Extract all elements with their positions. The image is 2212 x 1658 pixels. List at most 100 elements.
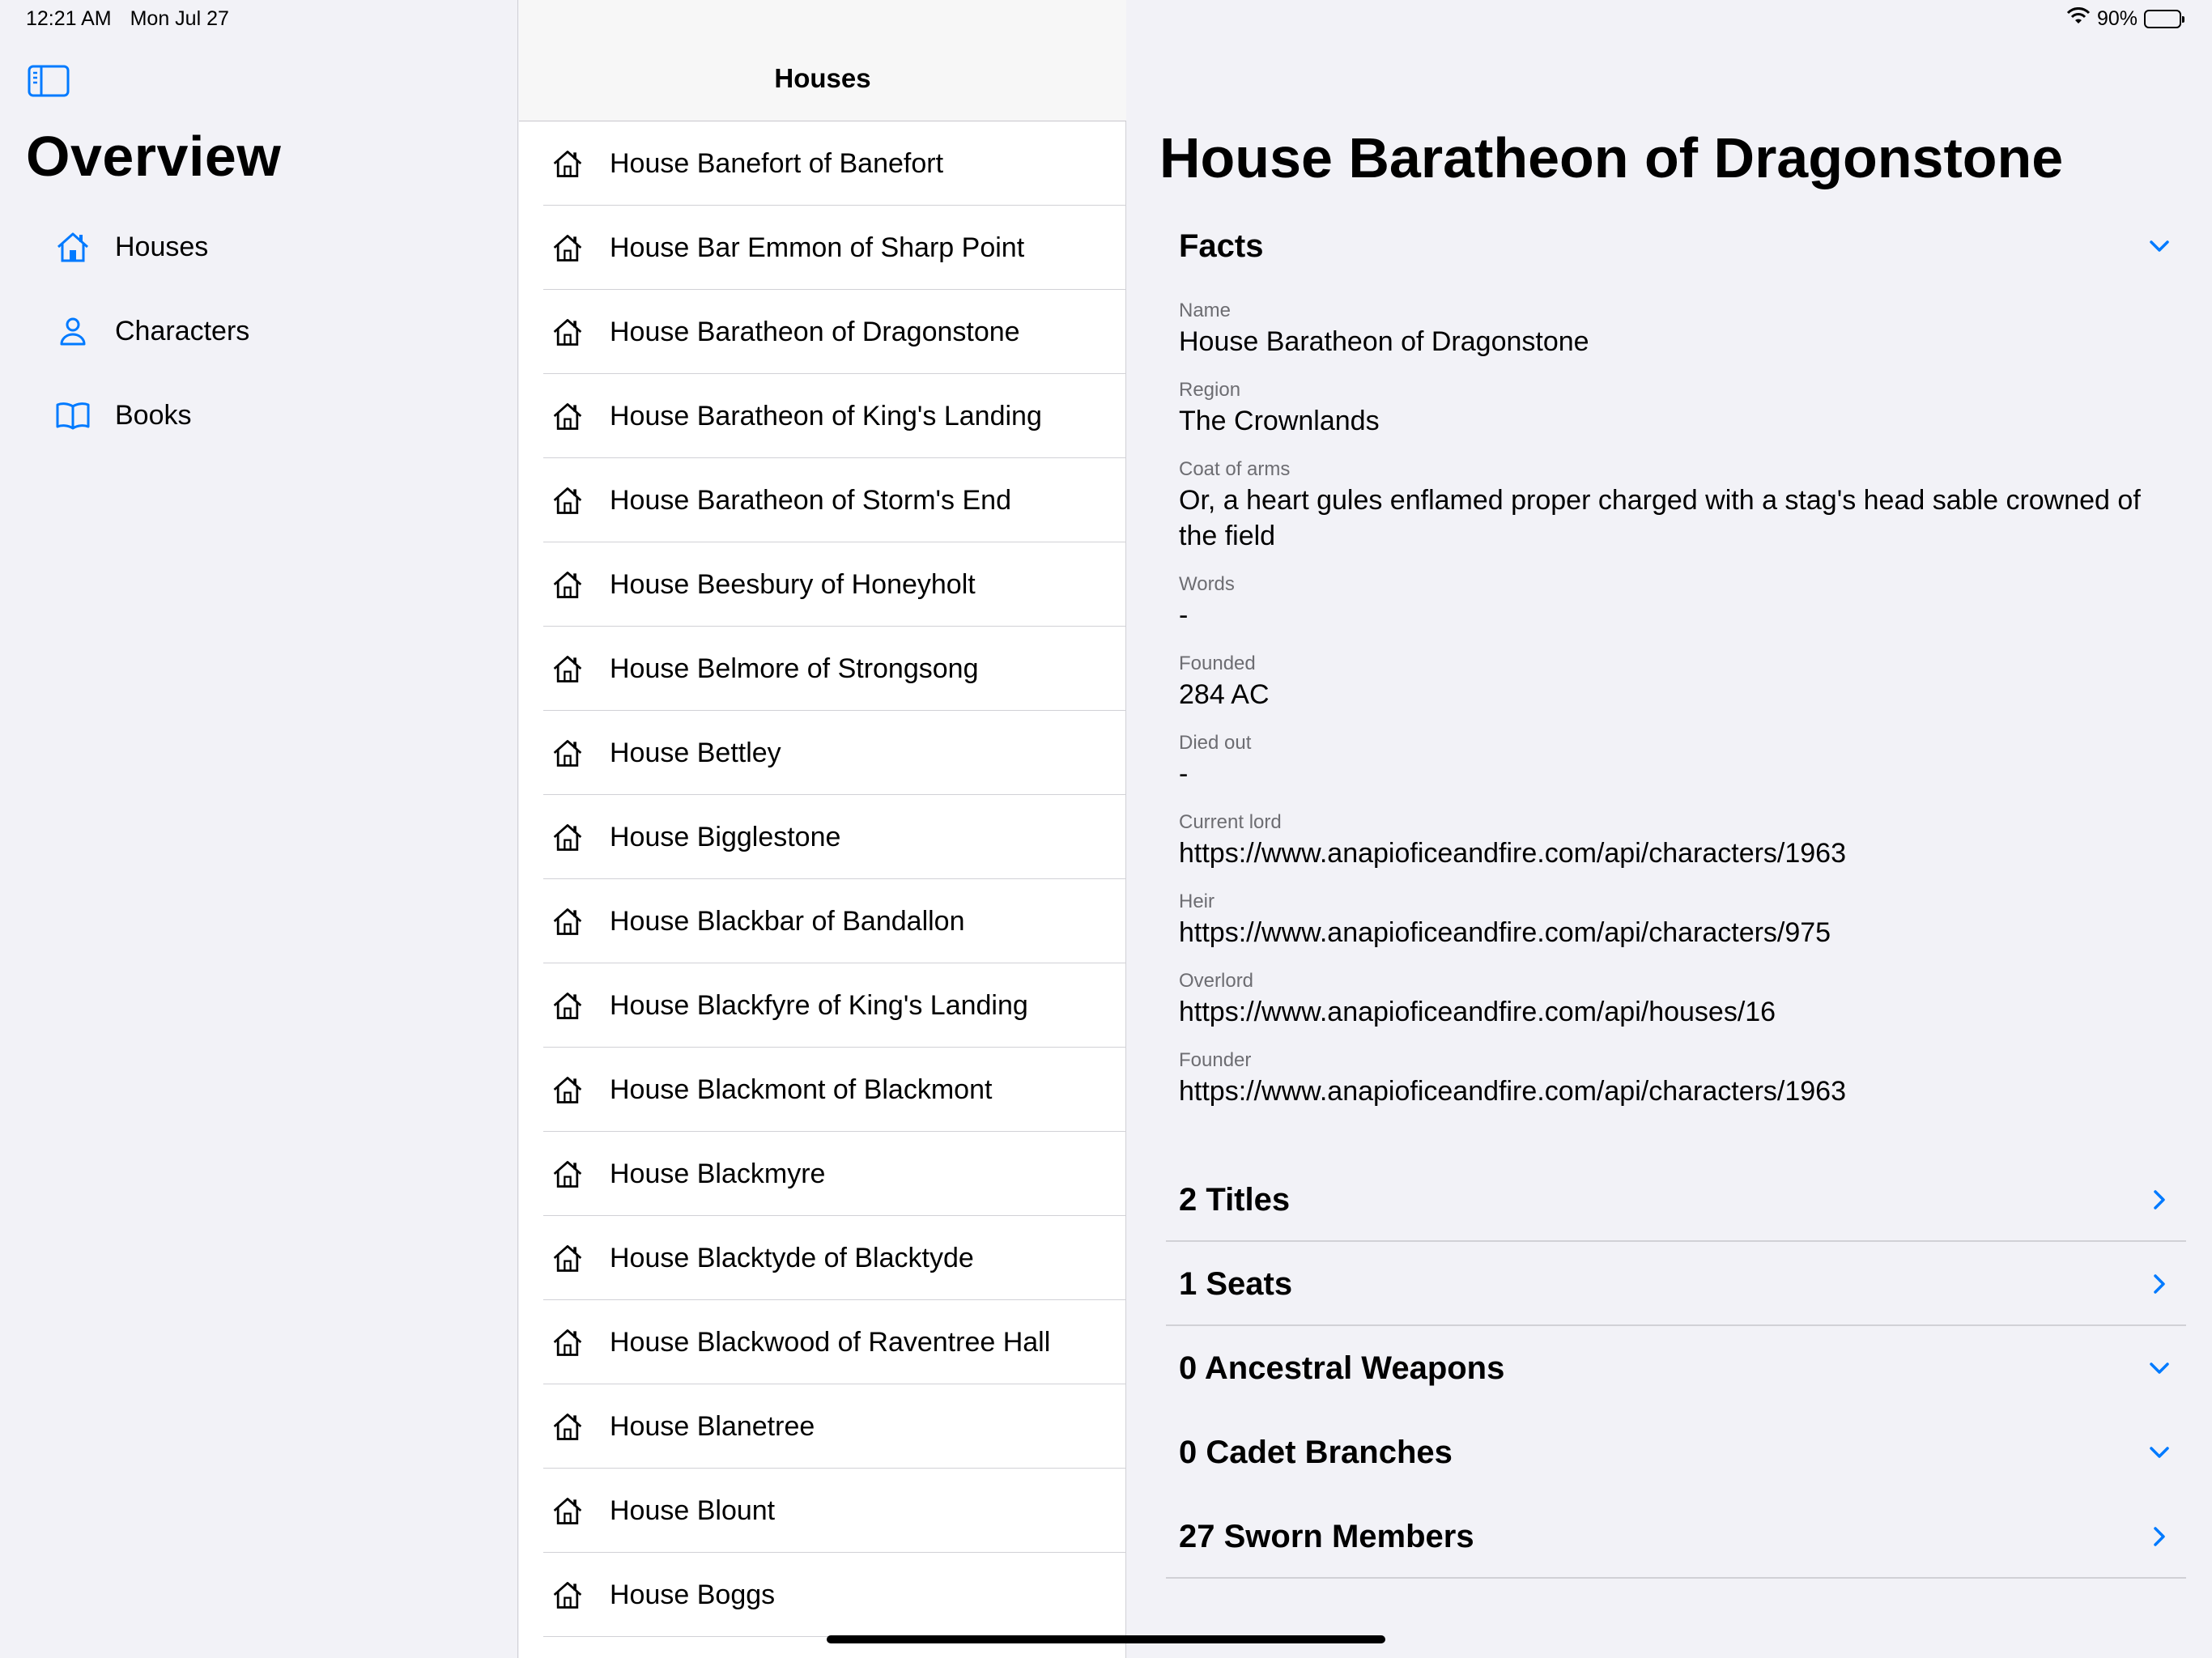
sidebar-item-houses[interactable]: Houses (55, 219, 492, 275)
house-icon (550, 1493, 585, 1528)
house-icon (550, 483, 585, 518)
list-item-label: House Bar Emmon of Sharp Point (610, 232, 1025, 263)
fact-current-lord: Current lord https://www.anapioficeandfir… (1179, 810, 2167, 871)
list-item-label: House Baratheon of Storm's End (610, 484, 1011, 516)
list-item-label: House Baratheon of King's Landing (610, 400, 1042, 432)
fact-value: Or, a heart gules enflamed proper charge… (1179, 485, 2141, 551)
house-icon (550, 735, 585, 771)
list-item[interactable]: House Beesbury of Honeyholt (519, 542, 1126, 627)
house-icon (550, 1240, 585, 1276)
fact-value: https://www.anapioficeandfire.com/api/ch… (1179, 838, 1847, 869)
list-item[interactable]: House Blacktyde of Blacktyde (519, 1216, 1126, 1300)
fact-value: https://www.anapioficeandfire.com/api/ch… (1179, 917, 1831, 948)
chevron-right-icon (2146, 1186, 2173, 1214)
house-icon (550, 819, 585, 855)
houses-list: House Banefort of Banefort House Bar Emm… (519, 121, 1126, 1637)
list-item[interactable]: House Bigglestone (519, 795, 1126, 879)
sidebar-title: Overview (26, 125, 282, 188)
list-item-label: House Bettley (610, 737, 781, 768)
home-indicator[interactable] (827, 1635, 1385, 1643)
fact-name: Name House Baratheon of Dragonstone (1179, 298, 2167, 359)
sidebar-item-label: Characters (115, 315, 250, 346)
section-label: 1 Seats (1179, 1265, 1293, 1302)
fact-key: Words (1179, 573, 1235, 595)
list-item[interactable]: House Bar Emmon of Sharp Point (519, 206, 1126, 290)
chevron-right-icon (2146, 1523, 2173, 1550)
section-seats[interactable]: 1 Seats (1166, 1242, 2186, 1326)
fact-words: Words - (1179, 572, 2167, 633)
book-icon (55, 397, 91, 433)
section-label: 0 Ancestral Weapons (1179, 1350, 1505, 1386)
section-sworn-members[interactable]: 27 Sworn Members (1166, 1494, 2186, 1579)
section-ancestral-weapons[interactable]: 0 Ancestral Weapons (1166, 1326, 2186, 1410)
list-item[interactable]: House Banefort of Banefort (519, 121, 1126, 206)
list-item[interactable]: House Belmore of Strongsong (519, 627, 1126, 711)
sidebar-item-books[interactable]: Books (55, 387, 492, 444)
fact-value: https://www.anapioficeandfire.com/api/ho… (1179, 997, 1776, 1027)
fact-key: Region (1179, 379, 1241, 401)
sidebar-toggle-icon[interactable] (28, 65, 70, 97)
list-item-label: House Banefort of Banefort (610, 147, 944, 179)
chevron-right-icon (2146, 1270, 2173, 1298)
house-icon (550, 1324, 585, 1360)
fact-coat-of-arms: Coat of arms Or, a heart gules enflamed p… (1179, 457, 2167, 554)
fact-key: Name (1179, 300, 1231, 321)
house-icon (55, 229, 91, 265)
list-item[interactable]: House Blanetree (519, 1384, 1126, 1469)
list-item[interactable]: House Blackfyre of King's Landing (519, 963, 1126, 1048)
list-item-label: House Blackmyre (610, 1158, 826, 1189)
facts-list: Name House Baratheon of Dragonstone Regio… (1179, 298, 2167, 1127)
fact-founder: Founder https://www.anapioficeandfire.com… (1179, 1048, 2167, 1109)
house-icon (550, 988, 585, 1023)
list-item-label: House Blanetree (610, 1410, 815, 1442)
list-item-label: House Beesbury of Honeyholt (610, 568, 976, 600)
list-item[interactable]: House Baratheon of King's Landing (519, 374, 1126, 458)
fact-overlord: Overlord https://www.anapioficeandfire.co… (1179, 968, 2167, 1030)
sidebar-item-characters[interactable]: Characters (55, 303, 492, 359)
house-icon (550, 567, 585, 602)
list-item[interactable]: House Baratheon of Dragonstone (519, 290, 1126, 374)
list-item[interactable]: House Blackmyre (519, 1132, 1126, 1216)
fact-value: https://www.anapioficeandfire.com/api/ch… (1179, 1076, 1847, 1107)
list-item[interactable]: House Blackmont of Blackmont (519, 1048, 1126, 1132)
fact-value: - (1179, 759, 1189, 789)
list-item[interactable]: House Bettley (519, 711, 1126, 795)
fact-key: Overlord (1179, 970, 1254, 992)
list-item[interactable]: House Blackbar of Bandallon (519, 879, 1126, 963)
list-item[interactable]: House Blount (519, 1469, 1126, 1553)
list-item[interactable]: House Baratheon of Storm's End (519, 458, 1126, 542)
list-item-label: House Blackmont of Blackmont (610, 1073, 993, 1105)
fact-value: The Crownlands (1179, 406, 1380, 436)
house-icon (550, 903, 585, 939)
list-item[interactable]: House Blackwood of Raventree Hall (519, 1300, 1126, 1384)
list-item-label: House Bigglestone (610, 821, 841, 852)
detail-pane: House Baratheon of Dragonstone Facts Nam… (1127, 0, 2212, 1658)
person-icon (55, 313, 91, 349)
list-item-label: House Blacktyde of Blacktyde (610, 1242, 974, 1273)
list-item-label: House Blackwood of Raventree Hall (610, 1326, 1051, 1358)
house-icon (550, 1072, 585, 1107)
fact-heir: Heir https://www.anapioficeandfire.com/ap… (1179, 889, 2167, 950)
house-icon (550, 651, 585, 687)
section-cadet-branches[interactable]: 0 Cadet Branches (1166, 1410, 2186, 1494)
fact-died-out: Died out - (1179, 730, 2167, 792)
fact-key: Heir (1179, 891, 1215, 912)
section-facts[interactable]: Facts (1166, 204, 2186, 288)
fact-key: Current lord (1179, 811, 1282, 833)
list-item-label: House Blount (610, 1494, 776, 1526)
list-item[interactable]: House Boggs (519, 1553, 1126, 1637)
list-title: Houses (774, 63, 871, 93)
chevron-down-icon (2146, 232, 2173, 260)
house-icon (550, 230, 585, 266)
fact-value: House Baratheon of Dragonstone (1179, 326, 1589, 357)
section-label: 27 Sworn Members (1179, 1518, 1474, 1554)
list-item-label: House Baratheon of Dragonstone (610, 316, 1020, 347)
fact-value: 284 AC (1179, 679, 1270, 710)
house-icon (550, 314, 585, 350)
list-item-label: House Blackfyre of King's Landing (610, 989, 1028, 1021)
fact-region: Region The Crownlands (1179, 377, 2167, 439)
house-icon (550, 398, 585, 434)
section-titles[interactable]: 2 Titles (1166, 1158, 2186, 1242)
fact-key: Founder (1179, 1049, 1252, 1071)
fact-key: Died out (1179, 732, 1252, 754)
